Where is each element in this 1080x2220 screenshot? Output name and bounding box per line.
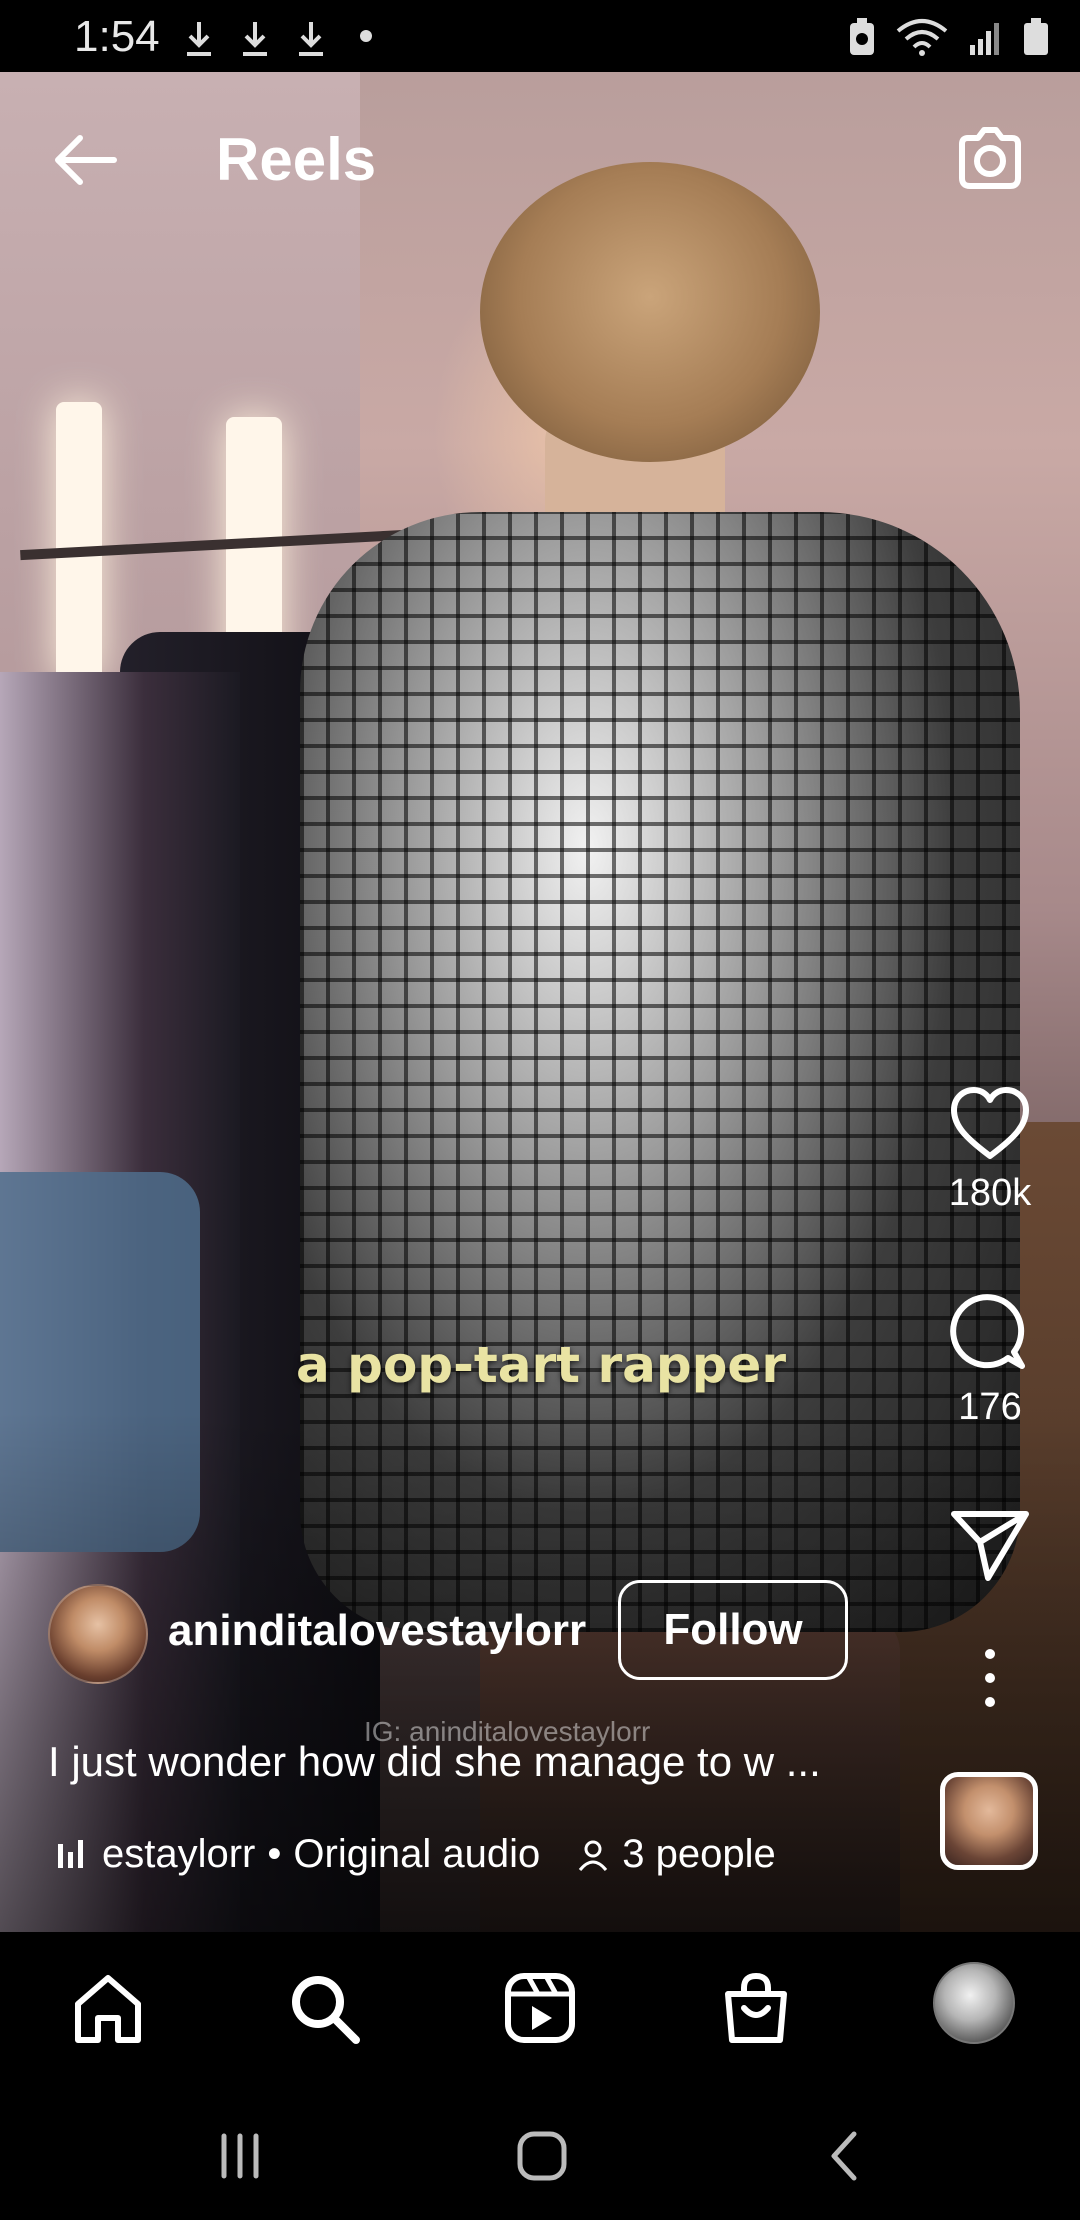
wifi-icon — [896, 19, 948, 56]
bottom-nav — [0, 1932, 1080, 2082]
system-nav — [0, 2082, 1080, 2220]
mirror-light — [56, 402, 102, 682]
like-button[interactable]: 180k — [940, 1086, 1040, 1215]
heart-icon[interactable] — [948, 1086, 1032, 1162]
download-icon — [187, 22, 211, 56]
hair — [480, 162, 820, 462]
back-arrow-icon[interactable] — [44, 118, 128, 202]
person-icon — [579, 1840, 608, 1871]
comment-icon[interactable] — [948, 1292, 1032, 1376]
download-icon — [299, 22, 323, 56]
back-button-icon[interactable] — [816, 2126, 876, 2186]
status-time: 1:54 — [74, 12, 160, 61]
follow-button[interactable]: Follow — [618, 1580, 848, 1680]
download-icon — [243, 22, 267, 56]
battery-saver-icon — [850, 18, 874, 55]
audio-separator: • — [267, 1832, 282, 1876]
comment-button[interactable]: 176 — [940, 1292, 1040, 1429]
avatar[interactable] — [48, 1584, 148, 1684]
tagged-people[interactable]: 3 people — [622, 1832, 775, 1877]
send-icon[interactable] — [948, 1506, 1032, 1582]
profile-avatar[interactable] — [933, 1962, 1015, 2044]
video-overlay-caption: a pop-tart rapper — [296, 1336, 786, 1394]
page-title: Reels — [216, 126, 377, 193]
home-icon[interactable] — [68, 1968, 148, 2048]
audio-thumbnail[interactable] — [940, 1772, 1038, 1870]
comment-count: 176 — [958, 1386, 1022, 1428]
audio-row[interactable]: estaylorr • Original audio 3 people — [56, 1832, 776, 1877]
recent-apps-icon[interactable] — [210, 2126, 270, 2186]
more-vertical-icon[interactable] — [975, 1646, 1005, 1710]
username[interactable]: aninditalovestaylorr — [168, 1606, 586, 1656]
search-icon[interactable] — [284, 1968, 364, 2048]
signal-icon — [970, 23, 999, 55]
audio-name[interactable]: Original audio — [293, 1832, 540, 1877]
share-button[interactable] — [940, 1506, 1040, 1582]
reels-icon[interactable] — [500, 1968, 580, 2048]
home-button-icon[interactable] — [512, 2126, 572, 2186]
shop-icon[interactable] — [716, 1968, 796, 2048]
audio-bars-icon — [58, 1839, 83, 1868]
battery-icon — [1024, 18, 1048, 55]
status-bar: 1:54 — [0, 0, 1080, 72]
like-count: 180k — [948, 1172, 1032, 1214]
camera-icon[interactable] — [948, 116, 1032, 200]
audio-author[interactable]: estaylorr — [102, 1832, 255, 1877]
notification-dot — [360, 30, 372, 42]
post-caption[interactable]: I just wonder how did she manage to w ..… — [48, 1738, 821, 1786]
status-icons — [848, 16, 1050, 58]
